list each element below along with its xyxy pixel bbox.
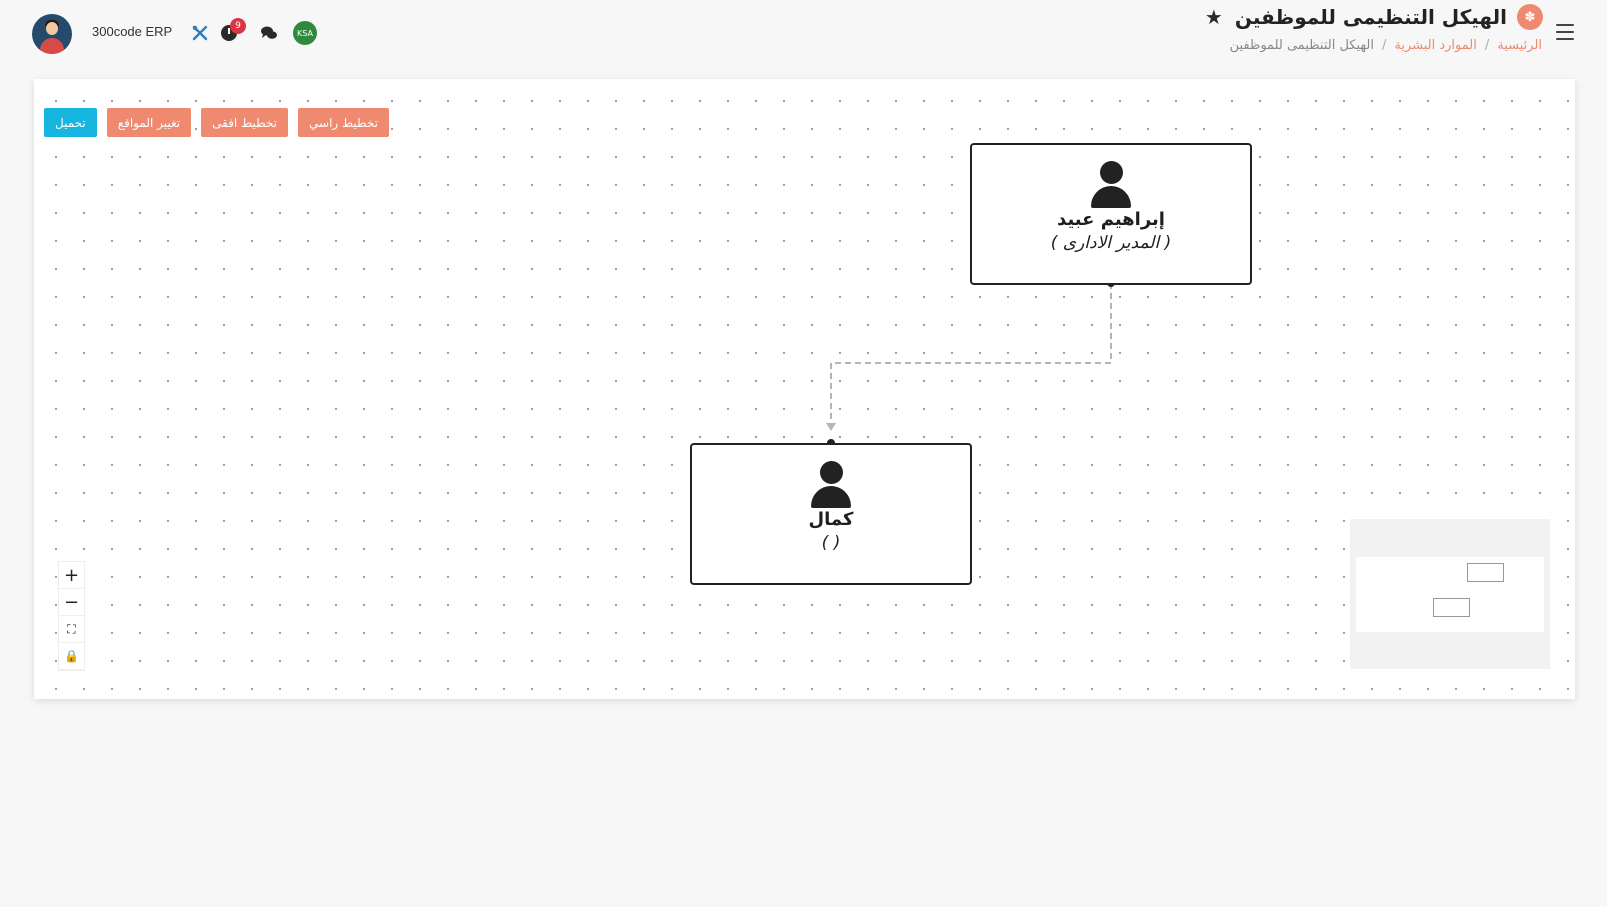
page-title-group: ✽ الهيكل التنظيمى للموظفين ★	[1205, 4, 1543, 30]
breadcrumb-hr[interactable]: الموارد البشرية	[1394, 38, 1476, 53]
tools-icon[interactable]	[189, 22, 211, 44]
change-positions-button[interactable]: تغيير المواقع	[106, 108, 192, 137]
node-role: ( المدير الادارى )	[1050, 233, 1172, 253]
connector-edge	[826, 279, 1115, 447]
notification-badge: 9	[230, 18, 246, 34]
zoom-controls: + − ⛶ 🔒	[58, 561, 85, 671]
minimap[interactable]	[1350, 519, 1550, 669]
lock-toggle-button[interactable]: 🔒	[59, 643, 84, 670]
org-chart-canvas[interactable]: تحميل تغيير المواقع تخطيط افقى تخطيط راس…	[34, 79, 1575, 699]
minimap-node	[1467, 563, 1504, 582]
top-header: 300code ERP 9 KSA ✽ الهيكل التنظيمى للمو…	[0, 0, 1607, 70]
node-name: كمال	[808, 509, 854, 530]
breadcrumb: الرئيسية / الموارد البشرية / الهيكل التن…	[1230, 38, 1542, 53]
person-icon	[1089, 161, 1133, 211]
breadcrumb-current: الهيكل التنظيمى للموظفين	[1229, 38, 1374, 53]
brand-name[interactable]: 300code ERP	[92, 24, 172, 39]
download-button[interactable]: تحميل	[44, 108, 97, 137]
zoom-out-button[interactable]: −	[59, 589, 84, 616]
horizontal-layout-button[interactable]: تخطيط افقى	[201, 108, 289, 137]
zoom-in-button[interactable]: +	[59, 562, 84, 589]
breadcrumb-home[interactable]: الرئيسية	[1497, 38, 1542, 53]
menu-icon[interactable]	[1556, 24, 1574, 40]
chat-icon[interactable]	[258, 22, 280, 44]
favorite-star-icon[interactable]: ★	[1205, 5, 1223, 29]
vertical-layout-button[interactable]: تخطيط راسي	[298, 108, 389, 137]
user-avatar[interactable]	[32, 14, 72, 54]
chart-toolbar: تحميل تغيير المواقع تخطيط افقى تخطيط راس…	[44, 108, 389, 137]
language-flag-icon[interactable]: KSA	[293, 21, 317, 45]
minimap-viewport[interactable]	[1356, 557, 1544, 632]
person-icon	[809, 461, 853, 511]
fit-view-button[interactable]: ⛶	[59, 616, 84, 643]
breadcrumb-separator: /	[1484, 38, 1490, 53]
org-node[interactable]: إبراهيم عبيد ( المدير الادارى )	[970, 143, 1252, 285]
node-role: ( )	[821, 533, 841, 553]
org-chart-icon: ✽	[1517, 4, 1543, 30]
minimap-node	[1433, 598, 1470, 617]
node-name: إبراهيم عبيد	[1057, 209, 1165, 230]
breadcrumb-separator: /	[1381, 38, 1387, 53]
page-title: الهيكل التنظيمى للموظفين	[1234, 5, 1507, 29]
org-node[interactable]: كمال ( )	[690, 443, 972, 585]
